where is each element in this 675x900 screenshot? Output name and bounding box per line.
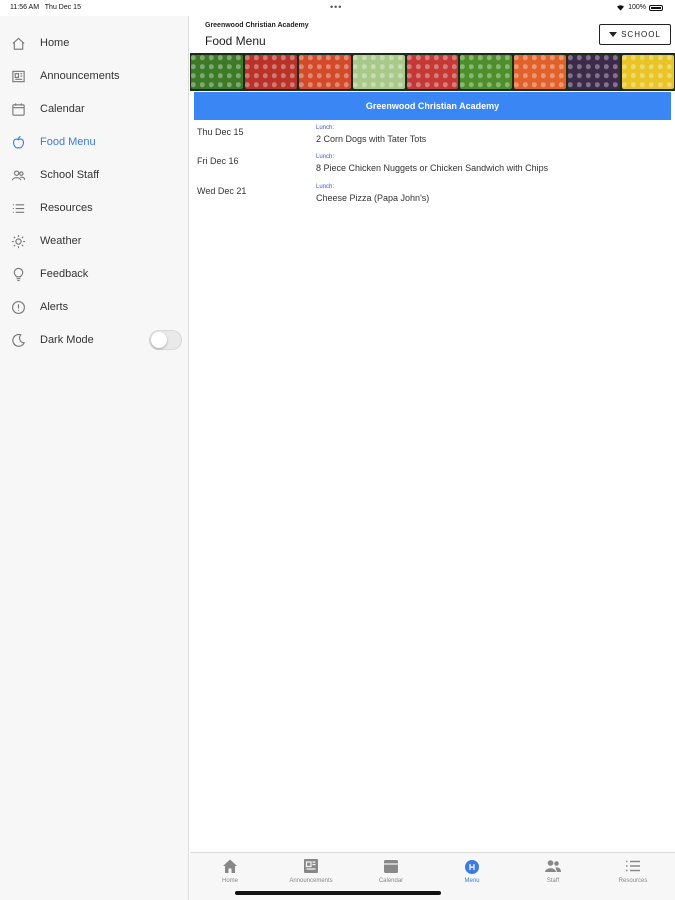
dropdown-triangle-icon [609, 32, 618, 37]
sidebar-item-weather[interactable]: Weather [0, 228, 189, 254]
menu-date: Wed Dec 21 [197, 186, 247, 196]
home-icon [221, 857, 239, 875]
sidebar-item-label: Weather [40, 235, 82, 247]
apple-icon [463, 857, 481, 875]
school-select-label: SCHOOL [621, 30, 661, 39]
toggle-knob [151, 332, 167, 348]
tab-announcements[interactable]: Announcements [271, 857, 351, 891]
moon-icon [11, 333, 26, 348]
sidebar-item-label: Announcements [40, 70, 120, 82]
tab-label: Staff [546, 878, 560, 884]
tab-home[interactable]: Home [190, 857, 270, 891]
banner-crate [352, 55, 405, 89]
tab-menu[interactable]: Menu [432, 857, 512, 891]
banner-crate [622, 55, 675, 89]
sidebar-item-food-menu[interactable]: Food Menu [0, 129, 189, 155]
banner-crate [406, 55, 459, 89]
menu-date: Thu Dec 15 [197, 127, 244, 137]
calendar-icon [382, 857, 400, 875]
status-bar: 11:56 AM Thu Dec 15 ••• 100% [0, 0, 675, 16]
meal-label: Lunch: [316, 184, 335, 190]
banner-crate [568, 55, 621, 89]
people-icon [544, 857, 562, 875]
meal-item: Cheese Pizza (Papa John's) [316, 193, 430, 203]
list-icon [11, 201, 26, 216]
home-icon [11, 36, 26, 51]
home-indicator[interactable] [235, 891, 441, 895]
newspaper-icon [302, 857, 320, 875]
menu-school-header: Greenwood Christian Academy [194, 92, 671, 120]
lightbulb-icon [11, 267, 26, 282]
banner-crate [191, 55, 243, 89]
apple-icon [11, 135, 26, 150]
meal-item: 2 Corn Dogs with Tater Tots [316, 134, 427, 144]
sun-icon [11, 234, 26, 249]
list-icon [624, 857, 642, 875]
sidebar-item-alerts[interactable]: Alerts [0, 294, 189, 320]
sidebar-item-dark-mode: Dark Mode [0, 327, 189, 353]
tab-label: Resources [618, 878, 648, 884]
page-title: Food Menu [205, 34, 266, 48]
status-indicators: 100% [616, 4, 663, 11]
dark-mode-toggle[interactable] [149, 330, 182, 350]
school-select-button[interactable]: SCHOOL [599, 24, 671, 45]
wifi-icon [617, 5, 625, 11]
vegetable-banner-image [190, 53, 675, 91]
people-icon [11, 168, 26, 183]
sidebar-item-label: School Staff [40, 169, 100, 181]
menu-row: Fri Dec 16 Lunch: 8 Piece Chicken Nugget… [190, 153, 675, 181]
banner-crate [460, 55, 513, 89]
meal-label: Lunch: [316, 154, 335, 160]
tab-calendar[interactable]: Calendar [351, 857, 431, 891]
sidebar-item-label: Resources [40, 202, 93, 214]
menu-row: Wed Dec 21 Lunch: Cheese Pizza (Papa Joh… [190, 183, 675, 211]
main-content: Greenwood Christian Academy Food Menu SC… [190, 16, 675, 900]
tab-label: Home [221, 878, 238, 884]
sidebar-item-resources[interactable]: Resources [0, 195, 189, 221]
tab-label: Announcements [289, 878, 333, 884]
sidebar-item-label: Calendar [40, 103, 85, 115]
alert-icon [11, 300, 26, 315]
sidebar-item-label: Feedback [40, 268, 89, 280]
tab-staff[interactable]: Staff [513, 857, 593, 891]
banner-crate [244, 55, 297, 89]
banner-crate [298, 55, 351, 89]
sidebar-item-home[interactable]: Home [0, 30, 189, 56]
battery-icon [649, 4, 663, 11]
banner-crate [514, 55, 567, 89]
meal-label: Lunch: [316, 125, 335, 131]
sidebar-item-announcements[interactable]: Announcements [0, 63, 189, 89]
menu-date: Fri Dec 16 [197, 156, 239, 166]
newspaper-icon [11, 69, 26, 84]
sidebar: Home Announcements Calendar Food Menu Sc… [0, 16, 189, 900]
sidebar-item-label: Dark Mode [40, 334, 94, 346]
menu-row: Thu Dec 15 Lunch: 2 Corn Dogs with Tater… [190, 124, 675, 152]
tab-label: Menu [464, 878, 480, 884]
sidebar-item-calendar[interactable]: Calendar [0, 96, 189, 122]
school-name-header: Greenwood Christian Academy [205, 22, 309, 29]
sidebar-item-label: Food Menu [40, 136, 96, 148]
sidebar-item-feedback[interactable]: Feedback [0, 261, 189, 287]
tab-resources[interactable]: Resources [593, 857, 673, 891]
sidebar-item-school-staff[interactable]: School Staff [0, 162, 189, 188]
battery-percent: 100% [628, 4, 646, 11]
status-time: 11:56 AM Thu Dec 15 [10, 4, 81, 11]
multitasking-dots[interactable]: ••• [330, 2, 342, 12]
sidebar-item-label: Home [40, 37, 70, 49]
tab-label: Calendar [378, 878, 404, 884]
meal-item: 8 Piece Chicken Nuggets or Chicken Sandw… [316, 163, 549, 173]
calendar-icon [11, 102, 26, 117]
sidebar-item-label: Alerts [40, 301, 69, 313]
